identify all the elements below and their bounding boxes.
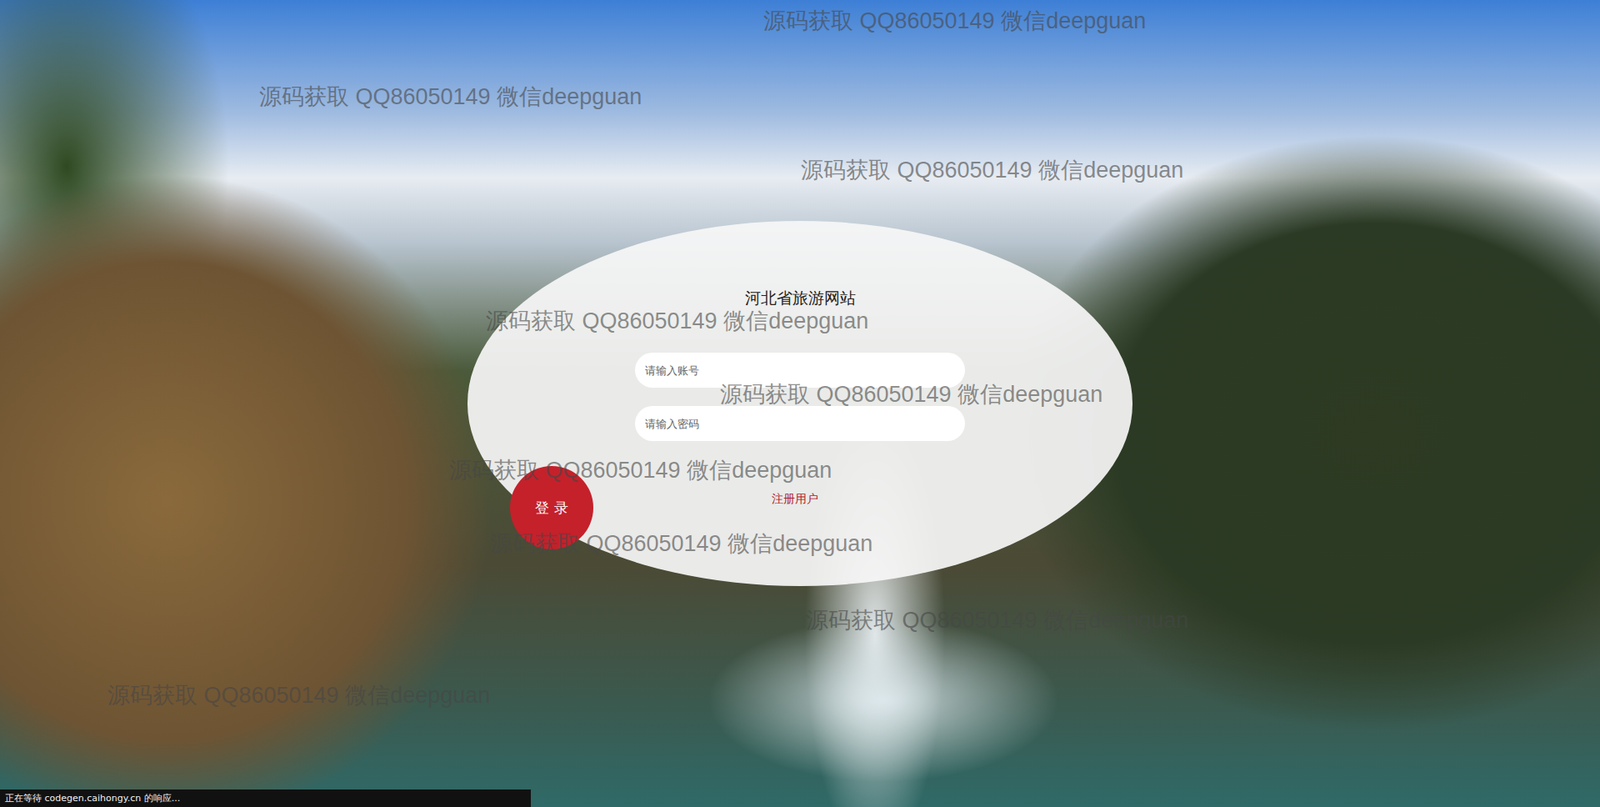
watermark: 源码获取 QQ86050149 微信deepguan (449, 455, 832, 485)
watermark: 源码获取 QQ86050149 微信deepguan (800, 155, 1184, 185)
watermark: 源码获取 QQ86050149 微信deepguan (107, 680, 490, 710)
password-input[interactable] (635, 405, 965, 441)
login-button[interactable]: 登 录 (510, 465, 594, 550)
watermark: 源码获取 QQ86050149 微信deepguan (720, 379, 1103, 410)
login-actions: 登 录 注册用户 (467, 465, 1133, 550)
login-fields (635, 352, 965, 441)
watermark: 源码获取 QQ86050149 微信deepguan (485, 305, 869, 336)
site-title: 河北省旅游网站 (745, 287, 856, 310)
login-panel: 河北省旅游网站登 录 注册用户 (467, 220, 1133, 586)
watermark: 源码获取 QQ86050149 微信deepguan (259, 81, 642, 112)
watermark: 源码获取 QQ86050149 微信deepguan (490, 528, 873, 559)
login-page: 河北省旅游网站登 录注册用户源码获取 QQ86050149 微信deepguan… (0, 0, 1600, 807)
register-link[interactable]: 注册用户 (771, 491, 819, 507)
watermark: 源码获取 QQ86050149 微信deepguan (763, 5, 1146, 36)
status-bar: 正在等待 codegen.caihongy.cn 的响应... (0, 789, 531, 807)
watermark: 源码获取 QQ86050149 微信deepguan (805, 605, 1189, 635)
account-input[interactable] (635, 352, 965, 388)
